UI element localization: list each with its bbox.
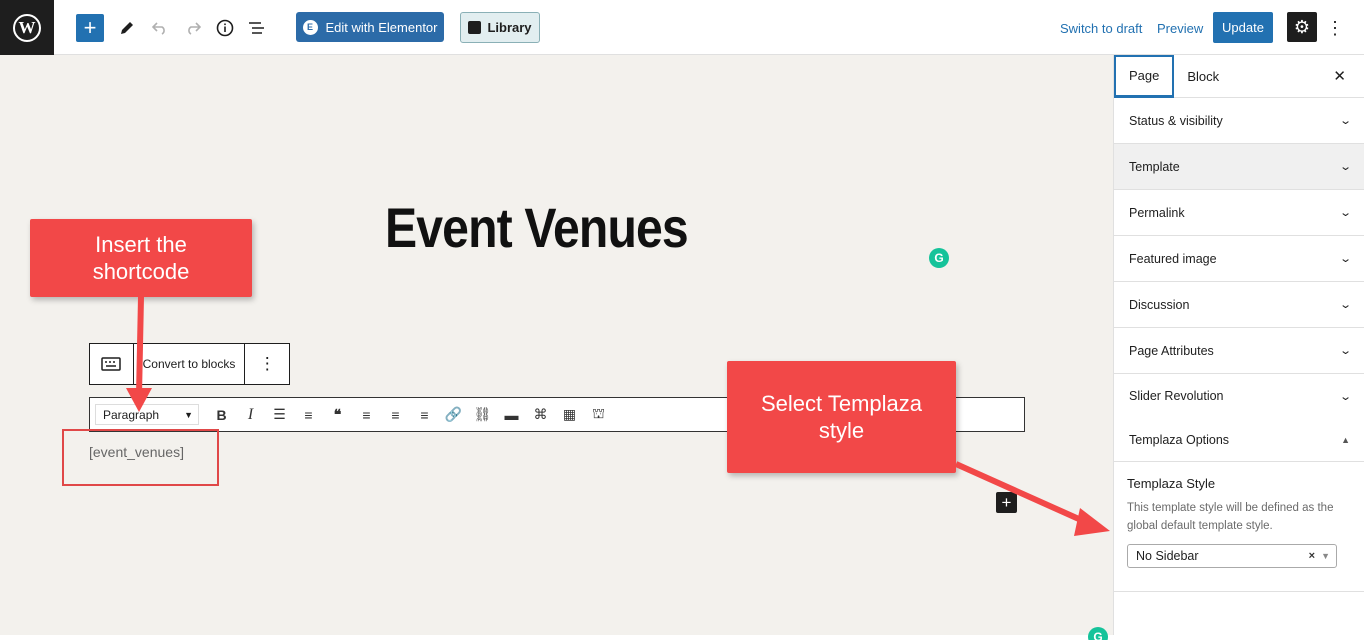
tools-button[interactable]: [114, 14, 140, 42]
format-select[interactable]: Paragraph ▼: [95, 404, 199, 425]
templaza-style-select[interactable]: No Sidebar × ▼: [1127, 544, 1337, 568]
chevron-down-icon: ⌄: [1338, 253, 1352, 265]
blockquote-icon[interactable]: ❝: [323, 406, 352, 423]
chevron-down-icon: ⌄: [1338, 161, 1352, 173]
convert-to-blocks-button[interactable]: Convert to blocks: [134, 344, 246, 384]
list-view-icon: [249, 22, 264, 34]
add-block-button[interactable]: +: [76, 14, 104, 42]
list-view-button[interactable]: [244, 14, 270, 42]
toolbar-toggle-icon[interactable]: ▦: [555, 406, 584, 423]
plus-icon: +: [83, 15, 97, 40]
align-right-icon[interactable]: ≡: [410, 407, 439, 423]
panel-page-attributes[interactable]: Page Attributes ⌄: [1114, 328, 1364, 374]
panel-label: Templaza Options: [1129, 432, 1230, 447]
panel-label: Discussion: [1129, 297, 1190, 312]
kebab-icon: ⋮: [1326, 17, 1344, 38]
templaza-style-label: Templaza Style: [1127, 476, 1216, 491]
editor-canvas: Event Venues G Convert to blocks ⋮ Parag…: [0, 55, 1113, 640]
clear-icon[interactable]: ×: [1309, 550, 1315, 562]
panel-discussion[interactable]: Discussion ⌄: [1114, 282, 1364, 328]
italic-icon[interactable]: I: [236, 406, 265, 424]
panel-slider-revolution[interactable]: Slider Revolution ⌄: [1114, 374, 1364, 418]
redo-button[interactable]: [180, 14, 206, 42]
undo-button[interactable]: [147, 14, 173, 42]
more-options-button[interactable]: ⋮: [1326, 14, 1344, 42]
shortcode-text[interactable]: [event_venues]: [89, 444, 184, 460]
panel-label: Permalink: [1129, 205, 1185, 220]
panel-label: Status & visibility: [1129, 113, 1223, 128]
undo-icon: [152, 22, 165, 35]
block-options-button[interactable]: ⋮: [245, 344, 289, 384]
panel-featured-image[interactable]: Featured image ⌄: [1114, 236, 1364, 282]
library-button[interactable]: Library: [460, 12, 540, 43]
unlink-icon[interactable]: ⛓: [468, 406, 497, 423]
callout-select-style: Select Templaza style: [727, 361, 956, 473]
read-more-icon[interactable]: ▬: [497, 407, 526, 423]
panel-label: Featured image: [1129, 251, 1217, 266]
panel-label: Page Attributes: [1129, 343, 1214, 358]
close-icon[interactable]: ✕: [1333, 67, 1346, 85]
grammarly-icon[interactable]: G: [929, 248, 949, 268]
tab-block[interactable]: Block: [1174, 55, 1232, 98]
sidebar-tabs: Page Block ✕: [1114, 54, 1364, 98]
chevron-down-icon: ⌄: [1338, 345, 1352, 357]
templaza-style-help: This template style will be defined as t…: [1127, 502, 1334, 532]
callout-insert-text: Insert the shortcode: [92, 232, 190, 284]
library-label: Library: [487, 20, 532, 35]
panel-permalink[interactable]: Permalink ⌄: [1114, 190, 1364, 236]
chevron-down-icon: ⌄: [1338, 207, 1352, 219]
stamp-icon[interactable]: ⛫: [584, 405, 613, 424]
panel-templaza-options[interactable]: Templaza Options ▲: [1114, 418, 1364, 462]
panel-template[interactable]: Template ⌄: [1114, 144, 1364, 190]
shortcode-icon[interactable]: ⌘: [526, 406, 555, 423]
bold-icon[interactable]: B: [207, 407, 236, 423]
templaza-style-value: No Sidebar: [1136, 549, 1199, 563]
tab-page[interactable]: Page: [1114, 54, 1175, 98]
add-block-inline-button[interactable]: +: [996, 492, 1017, 513]
templaza-options-content: Templaza Style This template style will …: [1114, 462, 1364, 592]
preview-button[interactable]: Preview: [1157, 14, 1203, 42]
dropdown-arrow-icon[interactable]: ▼: [1321, 551, 1330, 561]
keyboard-icon: [101, 357, 122, 371]
panel-label: Template: [1129, 159, 1180, 174]
switch-to-draft-button[interactable]: Switch to draft: [1060, 14, 1142, 42]
align-center-icon[interactable]: ≡: [381, 407, 410, 423]
update-button[interactable]: Update: [1213, 12, 1273, 43]
chevron-down-icon: ⌄: [1338, 390, 1352, 403]
callout-insert-shortcode: Insert the shortcode: [30, 219, 252, 297]
numbered-list-icon[interactable]: ≡: [294, 407, 323, 423]
align-left-icon[interactable]: ≡: [352, 407, 381, 423]
triangle-up-icon: ▲: [1341, 434, 1350, 445]
callout-select-text: Select Templaza style: [760, 391, 922, 443]
grammarly-bottom-icon[interactable]: G: [1088, 627, 1108, 640]
block-toolbar: Convert to blocks ⋮: [89, 343, 290, 385]
info-icon: [216, 19, 234, 37]
wordpress-logo-icon: W: [13, 13, 41, 42]
settings-button[interactable]: ⚙: [1287, 12, 1317, 42]
edit-with-elementor-button[interactable]: E Edit with Elementor: [296, 12, 444, 42]
details-button[interactable]: [212, 14, 238, 42]
link-icon[interactable]: 🔗: [439, 406, 468, 423]
page-title[interactable]: Event Venues: [385, 195, 689, 260]
format-select-value: Paragraph: [103, 407, 160, 422]
settings-sidebar: Page Block ✕ Status & visibility ⌄ Templa…: [1113, 54, 1364, 635]
elementor-label: Edit with Elementor: [325, 19, 438, 35]
plus-icon: +: [1001, 492, 1012, 512]
wordpress-logo-button[interactable]: W: [0, 0, 54, 55]
elementor-icon: E: [302, 19, 318, 35]
chevron-down-icon: ⌄: [1338, 115, 1352, 127]
library-icon: [468, 21, 482, 34]
bullet-list-icon[interactable]: ☰: [265, 406, 294, 423]
chevron-down-icon: ⌄: [1338, 299, 1352, 311]
classic-block-button[interactable]: [90, 344, 134, 384]
redo-icon: [188, 22, 201, 35]
pencil-icon: [121, 22, 133, 34]
panel-status-visibility[interactable]: Status & visibility ⌄: [1114, 98, 1364, 144]
gear-icon: ⚙: [1293, 16, 1311, 37]
dropdown-arrow-icon: ▼: [184, 409, 193, 420]
kebab-icon: ⋮: [258, 354, 276, 373]
panel-label: Slider Revolution: [1129, 389, 1224, 403]
editor-top-bar: W + E Edit with Elementor Library Switch…: [0, 0, 1364, 55]
